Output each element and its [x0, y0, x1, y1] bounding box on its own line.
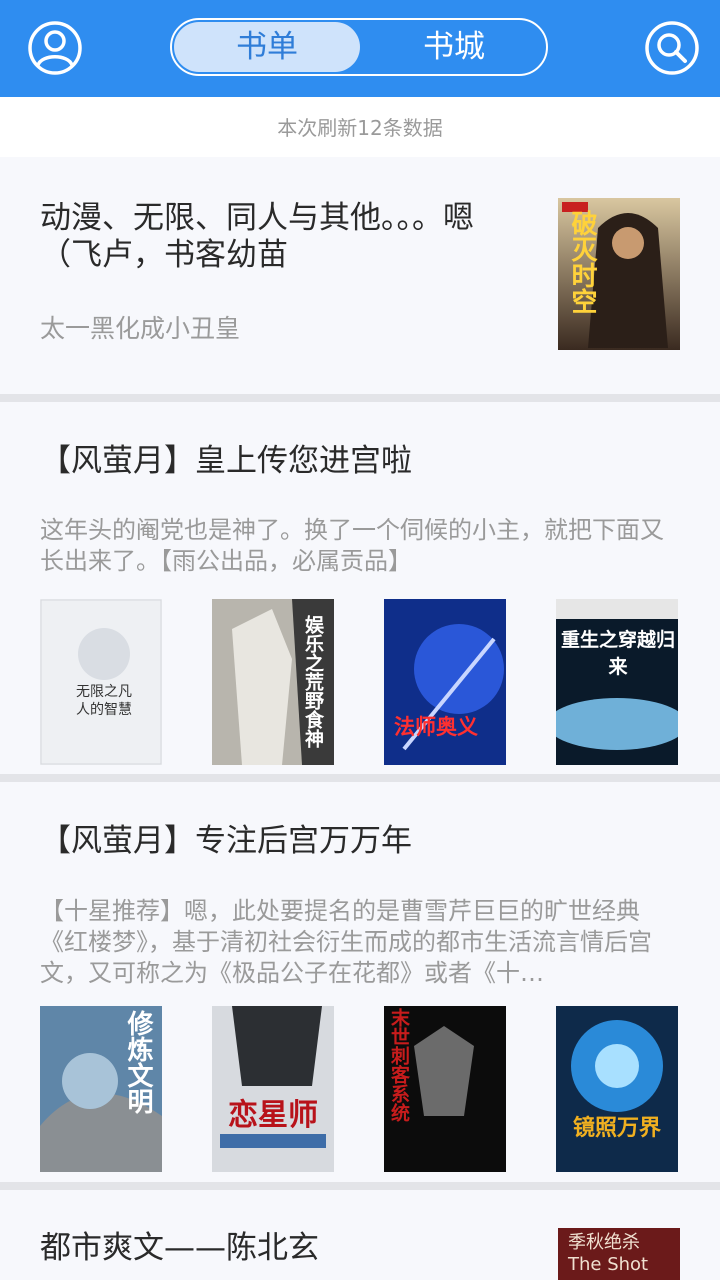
search-icon[interactable]: [644, 20, 700, 76]
booklist-card[interactable]: 【风萤月】专注后宫万万年 【十星推荐】嗯，此处要提名的是曹雪芹巨巨的旷世经典《红…: [0, 782, 720, 1182]
tab-switcher: 书单 书城: [170, 18, 548, 76]
top-bar: 书单 书城: [0, 0, 720, 97]
divider: [0, 1182, 720, 1190]
book-cover[interactable]: 重生之穿越归来: [556, 599, 678, 765]
cover-title: 末世刺客系统: [388, 1008, 410, 1122]
booklist-title: 【风萤月】专注后宫万万年: [40, 823, 412, 859]
cover-title: 无限之凡人的智慧: [76, 684, 132, 718]
cover-title: 娱乐之荒野食神: [302, 615, 324, 748]
tab-bookstore[interactable]: 书城: [362, 22, 546, 72]
booklist-card[interactable]: 动漫、无限、同人与其他。。。嗯（飞卢，书客幼苗 太一黑化成小丑皇 破灭时空: [0, 157, 720, 394]
booklist-title: 【风萤月】皇上传您进宫啦: [40, 443, 412, 479]
divider: [0, 774, 720, 782]
booklist-description: 【十星推荐】嗯，此处要提名的是曹雪芹巨巨的旷世经典《红楼梦》，基于清初社会衍生而…: [40, 897, 652, 987]
cover-title: 破灭时空: [567, 210, 597, 314]
book-cover[interactable]: 镜照万界: [556, 1006, 678, 1172]
book-cover[interactable]: 破灭时空: [558, 198, 680, 350]
tab-booklist[interactable]: 书单: [174, 22, 360, 72]
book-cover[interactable]: 末世刺客系统: [384, 1006, 506, 1172]
cover-title: 法师奥义: [394, 715, 478, 739]
user-avatar-icon[interactable]: [27, 20, 83, 76]
book-cover[interactable]: 恋星师: [212, 1006, 334, 1172]
divider: [0, 394, 720, 402]
book-cover[interactable]: 修炼文明: [40, 1006, 162, 1172]
refresh-notice: 本次刷新12条数据: [0, 97, 720, 157]
book-cover[interactable]: 娱乐之荒野食神: [212, 599, 334, 765]
booklist-card[interactable]: 【风萤月】皇上传您进宫啦 这年头的阉党也是神了。换了一个伺候的小主，就把下面又长…: [0, 402, 720, 774]
book-cover[interactable]: 季秋绝杀 The Shot: [558, 1228, 680, 1280]
booklist-title: 动漫、无限、同人与其他。。。嗯（飞卢，书客幼苗: [40, 200, 474, 273]
cover-title: 镜照万界: [572, 1116, 661, 1141]
cover-title: 季秋绝杀 The Shot: [568, 1232, 649, 1275]
cover-title: 重生之穿越归来: [560, 629, 675, 678]
cover-title: 修炼文明: [123, 1010, 153, 1114]
booklist-card[interactable]: 都市爽文——陈北玄 季秋绝杀 The Shot: [0, 1190, 720, 1280]
booklist-description: 这年头的阉党也是神了。换了一个伺候的小主，就把下面又长出来了。【雨公出品，必属贡…: [40, 516, 664, 575]
cover-title: 恋星师: [228, 1098, 318, 1133]
booklist-author: 太一黑化成小丑皇: [40, 314, 241, 343]
book-cover[interactable]: 法师奥义: [384, 599, 506, 765]
booklist-title: 都市爽文——陈北玄: [40, 1230, 319, 1266]
book-cover[interactable]: 无限之凡人的智慧: [40, 599, 162, 765]
